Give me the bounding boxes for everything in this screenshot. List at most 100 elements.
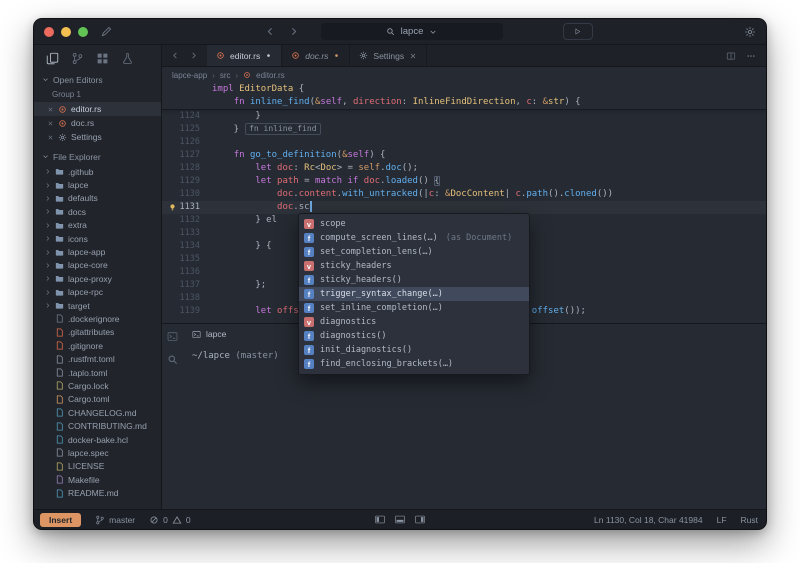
open-editor-item[interactable]: editor.rs [34,102,161,116]
tree-item[interactable]: .github [34,165,161,178]
open-editors-header[interactable]: Open Editors [34,71,161,88]
tree-item[interactable]: .rustfmt.toml [34,352,161,365]
toggle-right-panel-icon[interactable] [415,514,426,525]
chevron-right-icon [44,182,51,189]
split-editor-icon[interactable] [726,51,736,61]
code-line-1129[interactable]: 1129 let path = match if doc.loaded() { [162,175,766,188]
tree-item-label: .github [68,166,94,177]
tree-item[interactable]: lapce-core [34,259,161,272]
file-icon [55,435,64,444]
tree-item[interactable]: lapce [34,178,161,191]
source-control-icon[interactable] [71,52,84,65]
lightbulb-icon[interactable] [168,203,177,212]
tree-item[interactable]: Cargo.lock [34,379,161,392]
completion-item[interactable]: f init_diagnostics() [299,343,529,357]
tree-item[interactable]: lapce-rpc [34,286,161,299]
tree-item[interactable]: LICENSE [34,460,161,473]
breadcrumb-item[interactable]: src [220,71,231,80]
completion-item[interactable]: f set_inline_completion(…) [299,301,529,315]
open-editor-item[interactable]: doc.rs [34,116,161,130]
completion-item[interactable]: f find_enclosing_brackets(…) [299,357,529,371]
panel-search-icon[interactable] [167,354,178,365]
tree-item[interactable]: .taplo.toml [34,366,161,379]
tree-item[interactable]: icons [34,232,161,245]
tree-item[interactable]: lapce.spec [34,446,161,459]
settings-icon[interactable] [744,26,756,38]
code-line-1128[interactable]: 1128 let doc: Rc<Doc> = self.doc(); [162,162,766,175]
tree-item[interactable]: target [34,299,161,312]
toolbar-icon[interactable] [100,25,113,38]
git-branch[interactable]: master [95,515,135,525]
code-token: } [212,111,261,121]
tab-Settings[interactable]: Settings [350,45,428,66]
cursor-position[interactable]: Ln 1130, Col 18, Char 41984 [594,515,703,525]
terminal-panel-icon[interactable] [167,331,178,342]
tree-item[interactable]: .gitignore [34,339,161,352]
completion-item[interactable]: f trigger_syntax_change(…) [299,287,529,301]
nav-forward-icon[interactable] [288,26,299,37]
breadcrumb-item[interactable]: editor.rs [256,71,284,80]
code-line[interactable]: impl EditorData { [162,83,766,96]
code-line-1124[interactable]: 1124 } [162,110,766,123]
completion-item[interactable]: f sticky_headers() [299,273,529,287]
code-line-1126[interactable]: 1126 [162,136,766,149]
code-line-1127[interactable]: 1127 fn go_to_definition(&self) { [162,149,766,162]
breadcrumb-item[interactable]: lapce-app [172,71,207,80]
tree-item[interactable]: docs [34,205,161,218]
workspace-search[interactable]: lapce [320,23,503,40]
close-tab-icon[interactable] [409,52,417,60]
tree-item[interactable]: docker-bake.hcl [34,433,161,446]
toggle-left-panel-icon[interactable] [375,514,386,525]
tree-item[interactable]: .dockerignore [34,312,161,325]
file-explorer-header[interactable]: File Explorer [34,148,161,165]
file-explorer-icon[interactable] [46,52,59,65]
close-icon[interactable] [47,120,54,127]
folder-icon [55,221,64,230]
tree-item[interactable]: lapce-app [34,245,161,258]
tree-item[interactable]: extra [34,219,161,232]
code-line-1125[interactable]: 1125 } fn inline_find [162,122,766,136]
completion-item[interactable]: f diagnostics() [299,329,529,343]
code-token: (). [548,189,565,199]
tab-editor.rs[interactable]: editor.rs [207,45,283,66]
tree-item[interactable]: lapce-proxy [34,272,161,285]
gear-file-icon [58,133,67,142]
tab-doc.rs[interactable]: doc.rs [282,45,351,66]
completion-item[interactable]: f compute_screen_lines(…) (as Document) [299,231,529,245]
code-token: () [417,176,435,186]
code-line[interactable]: fn inline_find(&self, direction: InlineF… [162,96,766,109]
language-mode[interactable]: Rust [741,515,758,525]
close-icon[interactable] [47,134,54,141]
tree-item[interactable]: CONTRIBUTING.md [34,419,161,432]
diagnostics[interactable]: 0 0 [149,515,191,525]
toggle-bottom-panel-icon[interactable] [395,514,406,525]
code-line-1130[interactable]: 1130 doc.content.with_untracked(|c: &Doc… [162,188,766,201]
mode-indicator[interactable]: Insert [40,512,82,527]
tree-item[interactable]: .gitattributes [34,326,161,339]
completion-item[interactable]: f set_completion_lens(…) [299,245,529,259]
tabs-back-icon[interactable] [171,51,180,60]
tree-item-label: .gitattributes [68,327,115,338]
close-window-button[interactable] [44,26,54,37]
tree-item[interactable]: Cargo.toml [34,393,161,406]
open-editor-item[interactable]: Settings [34,130,161,144]
completion-item[interactable]: v scope [299,217,529,231]
minimize-window-button[interactable] [61,26,71,37]
completion-item[interactable]: v sticky_headers [299,259,529,273]
terminal-tab[interactable]: lapce [182,329,236,339]
run-button[interactable] [562,23,593,40]
tree-item[interactable]: defaults [34,192,161,205]
completion-item[interactable]: v diagnostics [299,315,529,329]
tree-item[interactable]: CHANGELOG.md [34,406,161,419]
more-actions-icon[interactable] [746,51,756,61]
line-ending[interactable]: LF [717,515,727,525]
extensions-icon[interactable] [96,52,109,65]
nav-back-icon[interactable] [265,26,276,37]
tree-item[interactable]: README.md [34,486,161,499]
tree-item-label: docker-bake.hcl [68,434,129,445]
tabs-forward-icon[interactable] [189,51,198,60]
tree-item[interactable]: Makefile [34,473,161,486]
debug-icon[interactable] [121,52,134,65]
zoom-window-button[interactable] [78,26,88,37]
close-icon[interactable] [47,106,54,113]
